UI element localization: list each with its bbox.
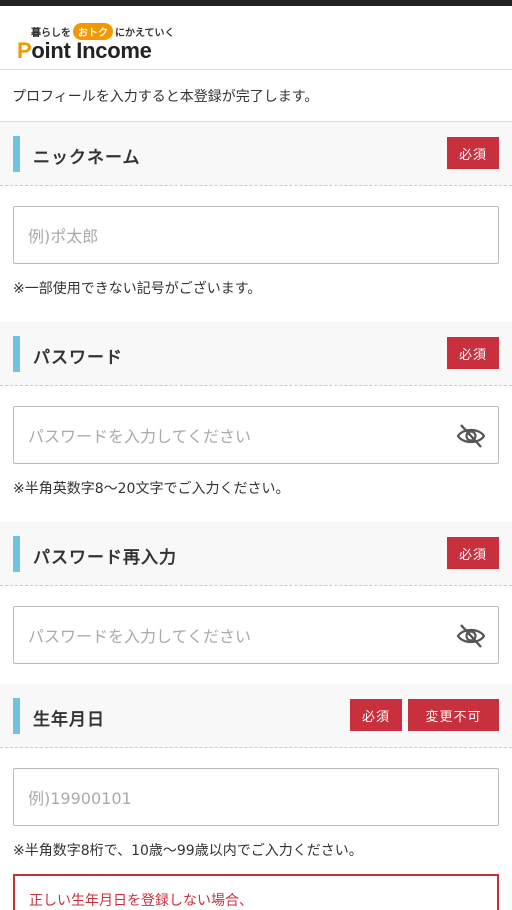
birthday-input[interactable]: 例)19900101 — [13, 768, 499, 826]
badge-group: 必須 — [447, 137, 499, 169]
badge-group: 必須 — [447, 337, 499, 369]
section-header-nickname: ニックネーム 必須 — [0, 122, 512, 186]
birthday-warning-box: 正しい生年月日を登録しない場合、 — [13, 874, 499, 910]
warning-text: 正しい生年月日を登録しない場合、 — [29, 893, 253, 909]
section-header-password-confirm: パスワード再入力 必須 — [0, 522, 512, 586]
password-confirm-placeholder: パスワードを入力してください — [28, 627, 252, 646]
intro-text: プロフィールを入力すると本登録が完了します。 — [0, 70, 512, 122]
section-accent-bar — [13, 698, 20, 734]
section-accent-bar — [13, 136, 20, 172]
field-wrap-password-confirm: パスワードを入力してください — [0, 586, 512, 684]
point-income-logo[interactable]: 暮らしを おトク にかえていく Point Income — [17, 20, 187, 66]
section-header-birthday: 生年月日 必須 変更不可 — [0, 684, 512, 748]
section-title-password-confirm: パスワード再入力 — [33, 548, 177, 568]
required-badge: 必須 — [447, 337, 499, 369]
birthday-placeholder: 例)19900101 — [28, 789, 132, 808]
field-wrap-birthday: 例)19900101 — [0, 748, 512, 826]
section-accent-bar — [13, 336, 20, 372]
tagline-pre: 暮らしを — [31, 28, 71, 39]
nickname-input[interactable]: 例)ポ太郎 — [13, 206, 499, 264]
required-badge: 必須 — [350, 699, 402, 731]
badge-group: 必須 — [447, 537, 499, 569]
field-wrap-nickname: 例)ポ太郎 — [0, 186, 512, 264]
badge-group: 必須 変更不可 — [350, 699, 499, 731]
logo-text-rest: oint Income — [31, 38, 152, 63]
tagline-post: にかえていく — [115, 28, 175, 39]
logo-letter-p: P — [17, 38, 32, 63]
section-accent-bar — [13, 536, 20, 572]
site-header: 暮らしを おトク にかえていく Point Income — [0, 6, 512, 70]
section-title-nickname: ニックネーム — [33, 148, 141, 168]
eye-slash-icon[interactable] — [456, 621, 486, 651]
logo-wordmark: Point Income — [17, 38, 152, 64]
required-badge: 必須 — [447, 137, 499, 169]
password-input[interactable]: パスワードを入力してください — [13, 406, 499, 464]
password-placeholder: パスワードを入力してください — [28, 427, 252, 446]
nickname-note: ※一部使用できない記号がございます。 — [13, 281, 262, 297]
section-title-password: パスワード — [33, 348, 123, 368]
password-confirm-input[interactable]: パスワードを入力してください — [13, 606, 499, 664]
section-title-birthday: 生年月日 — [33, 710, 105, 730]
password-note: ※半角英数字8〜20文字でご入力ください。 — [13, 481, 290, 497]
unchangeable-badge: 変更不可 — [408, 699, 499, 731]
field-wrap-password: パスワードを入力してください — [0, 386, 512, 464]
section-header-password: パスワード 必須 — [0, 322, 512, 386]
required-badge: 必須 — [447, 537, 499, 569]
eye-slash-icon[interactable] — [456, 421, 486, 451]
nickname-placeholder: 例)ポ太郎 — [28, 227, 99, 246]
